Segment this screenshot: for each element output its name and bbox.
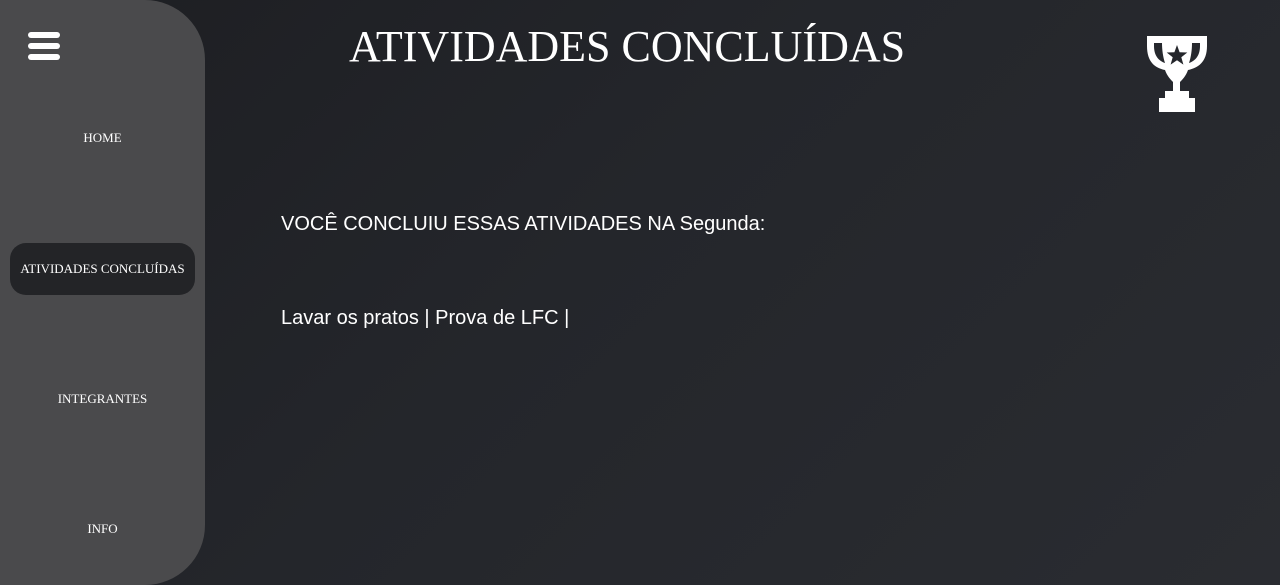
- sidebar: HOME ATIVIDADES CONCLUÍDAS INTEGRANTES I…: [0, 0, 205, 585]
- sidebar-item-integrantes[interactable]: INTEGRANTES: [10, 373, 195, 425]
- activity-item: Lavar os pratos: [281, 307, 419, 329]
- page-title: ATIVIDADES CONCLUÍDAS: [349, 22, 906, 71]
- sidebar-item-label: INFO: [87, 521, 118, 536]
- heading-suffix: :: [759, 213, 766, 235]
- sidebar-item-label: INTEGRANTES: [57, 391, 148, 406]
- activity-separator: |: [558, 307, 570, 329]
- activity-separator: |: [418, 307, 436, 329]
- activities-list: Lavar os pratos | Prova de LFC |: [281, 304, 569, 332]
- weekday-label: Segunda: [679, 213, 760, 235]
- hamburger-menu-icon[interactable]: [28, 32, 60, 62]
- sidebar-item-label: ATIVIDADES CONCLUÍDAS: [20, 261, 185, 276]
- sidebar-item-atividades-concluidas[interactable]: ATIVIDADES CONCLUÍDAS: [10, 243, 195, 295]
- heading-prefix: VOCÊ CONCLUIU ESSAS ATIVIDADES NA: [281, 213, 680, 235]
- sidebar-item-label: HOME: [83, 130, 122, 145]
- menu-bar: [28, 54, 60, 60]
- menu-bar: [28, 32, 60, 38]
- menu-bar: [28, 43, 60, 49]
- trophy-star-icon: [1147, 36, 1207, 112]
- sidebar-item-info[interactable]: INFO: [10, 503, 195, 555]
- activity-item: Prova de LFC: [435, 307, 559, 329]
- completed-activities-heading: VOCÊ CONCLUIU ESSAS ATIVIDADES NA Segund…: [281, 210, 765, 238]
- sidebar-item-home[interactable]: HOME: [10, 112, 195, 164]
